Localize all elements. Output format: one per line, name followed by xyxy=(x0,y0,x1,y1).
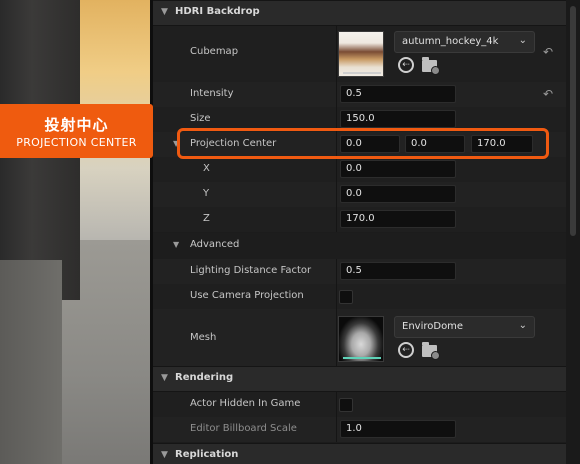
lighting-distance-factor-row: Lighting Distance Factor 0.5 xyxy=(153,259,580,284)
column-divider xyxy=(336,392,337,417)
viewport[interactable] xyxy=(0,0,153,464)
column-divider xyxy=(336,132,337,157)
intensity-field[interactable]: 0.5 xyxy=(340,85,456,103)
intensity-row: Intensity 0.5 ↶ xyxy=(153,82,580,107)
actor-hidden-in-game-checkbox[interactable] xyxy=(339,398,353,412)
reset-arrow-icon[interactable]: ↶ xyxy=(543,45,553,59)
folder-search-icon[interactable] xyxy=(422,342,440,360)
scrollbar-thumb[interactable] xyxy=(570,6,576,236)
use-camera-projection-label: Use Camera Projection xyxy=(190,290,304,301)
column-divider xyxy=(336,157,337,182)
arrow-left-circle-icon[interactable]: ⇠ xyxy=(398,57,414,73)
thumbnail-underline xyxy=(343,357,381,359)
column-divider xyxy=(336,309,337,366)
column-divider xyxy=(336,82,337,107)
x-label: X xyxy=(203,163,210,174)
actor-hidden-in-game-row: Actor Hidden In Game xyxy=(153,392,580,417)
y-label: Y xyxy=(203,188,210,199)
viewport-pillar-base xyxy=(0,260,62,464)
reset-arrow-icon[interactable]: ↶ xyxy=(543,87,553,101)
lighting-distance-factor-label: Lighting Distance Factor xyxy=(190,265,312,276)
z-field[interactable]: 170.0 xyxy=(340,210,456,228)
section-advanced[interactable]: ▼ Advanced xyxy=(153,233,580,259)
mesh-asset-dropdown[interactable]: EnviroDome ⌄ xyxy=(394,316,535,338)
use-camera-projection-row: Use Camera Projection xyxy=(153,284,580,309)
replication-title: Replication xyxy=(175,449,239,460)
chevron-down-icon[interactable]: ▼ xyxy=(161,450,168,460)
mesh-asset-name: EnviroDome xyxy=(402,321,464,332)
details-panel: ▼ HDRI Backdrop Cubemap autumn_hockey_4k… xyxy=(153,0,580,464)
projection-center-y-field[interactable]: 0.0 xyxy=(405,135,465,153)
folder-search-icon[interactable] xyxy=(422,57,440,75)
cubemap-label: Cubemap xyxy=(190,46,239,57)
chevron-down-icon: ⌄ xyxy=(518,35,527,46)
z-label: Z xyxy=(203,213,210,224)
section-replication[interactable]: ▼ Replication xyxy=(153,443,580,464)
size-label: Size xyxy=(190,113,211,124)
chevron-down-icon[interactable]: ▼ xyxy=(173,240,179,249)
projection-x-row: X 0.0 xyxy=(153,157,580,182)
column-divider xyxy=(336,207,337,232)
projection-center-x-field[interactable]: 0.0 xyxy=(340,135,400,153)
column-divider xyxy=(336,417,337,442)
section-rendering[interactable]: ▼ Rendering xyxy=(153,366,580,392)
scrollbar[interactable] xyxy=(566,0,580,464)
column-divider xyxy=(336,107,337,132)
editor-billboard-scale-label: Editor Billboard Scale xyxy=(190,423,297,434)
projection-center-label: Projection Center xyxy=(190,138,277,149)
cubemap-thumbnail[interactable] xyxy=(338,31,384,77)
chevron-down-icon[interactable]: ▼ xyxy=(161,7,168,17)
chevron-down-icon[interactable]: ▼ xyxy=(173,139,179,148)
callout-chinese-text: 投射中心 xyxy=(44,116,109,134)
projection-center-row: ▼ Projection Center 0.0 0.0 170.0 xyxy=(153,132,580,157)
callout-english-text: PROJECTION CENTER xyxy=(16,136,137,149)
cubemap-asset-name: autumn_hockey_4k xyxy=(402,36,499,47)
section-hdri-backdrop[interactable]: ▼ HDRI Backdrop xyxy=(153,0,580,26)
projection-center-z-field[interactable]: 170.0 xyxy=(471,135,533,153)
projection-center-callout: 投射中心 PROJECTION CENTER xyxy=(0,104,153,158)
column-divider xyxy=(336,259,337,284)
intensity-label: Intensity xyxy=(190,88,234,99)
actor-hidden-in-game-label: Actor Hidden In Game xyxy=(190,398,301,409)
editor-billboard-scale-field[interactable]: 1.0 xyxy=(340,420,456,438)
mesh-row: Mesh EnviroDome ⌄ ⇠ xyxy=(153,309,580,366)
chevron-down-icon: ⌄ xyxy=(518,320,527,331)
projection-z-row: Z 170.0 xyxy=(153,207,580,232)
y-field[interactable]: 0.0 xyxy=(340,185,456,203)
editor-billboard-scale-row: Editor Billboard Scale 1.0 xyxy=(153,417,580,442)
size-row: Size 150.0 xyxy=(153,107,580,132)
chevron-down-icon[interactable]: ▼ xyxy=(161,373,168,383)
x-field[interactable]: 0.0 xyxy=(340,160,456,178)
thumbnail-underline xyxy=(343,72,381,74)
lighting-distance-factor-field[interactable]: 0.5 xyxy=(340,262,456,280)
cubemap-row: Cubemap autumn_hockey_4k ⌄ ⇠ ↶ xyxy=(153,26,580,82)
column-divider xyxy=(336,26,337,82)
mesh-label: Mesh xyxy=(190,332,217,343)
column-divider xyxy=(336,284,337,309)
rendering-title: Rendering xyxy=(175,372,234,383)
arrow-left-circle-icon[interactable]: ⇠ xyxy=(398,342,414,358)
advanced-title: Advanced xyxy=(190,239,240,250)
column-divider xyxy=(336,182,337,207)
projection-y-row: Y 0.0 xyxy=(153,182,580,207)
mesh-thumbnail[interactable] xyxy=(338,316,384,362)
cubemap-asset-dropdown[interactable]: autumn_hockey_4k ⌄ xyxy=(394,31,535,53)
section-title: HDRI Backdrop xyxy=(175,6,260,17)
use-camera-projection-checkbox[interactable] xyxy=(339,290,353,304)
size-field[interactable]: 150.0 xyxy=(340,110,456,128)
